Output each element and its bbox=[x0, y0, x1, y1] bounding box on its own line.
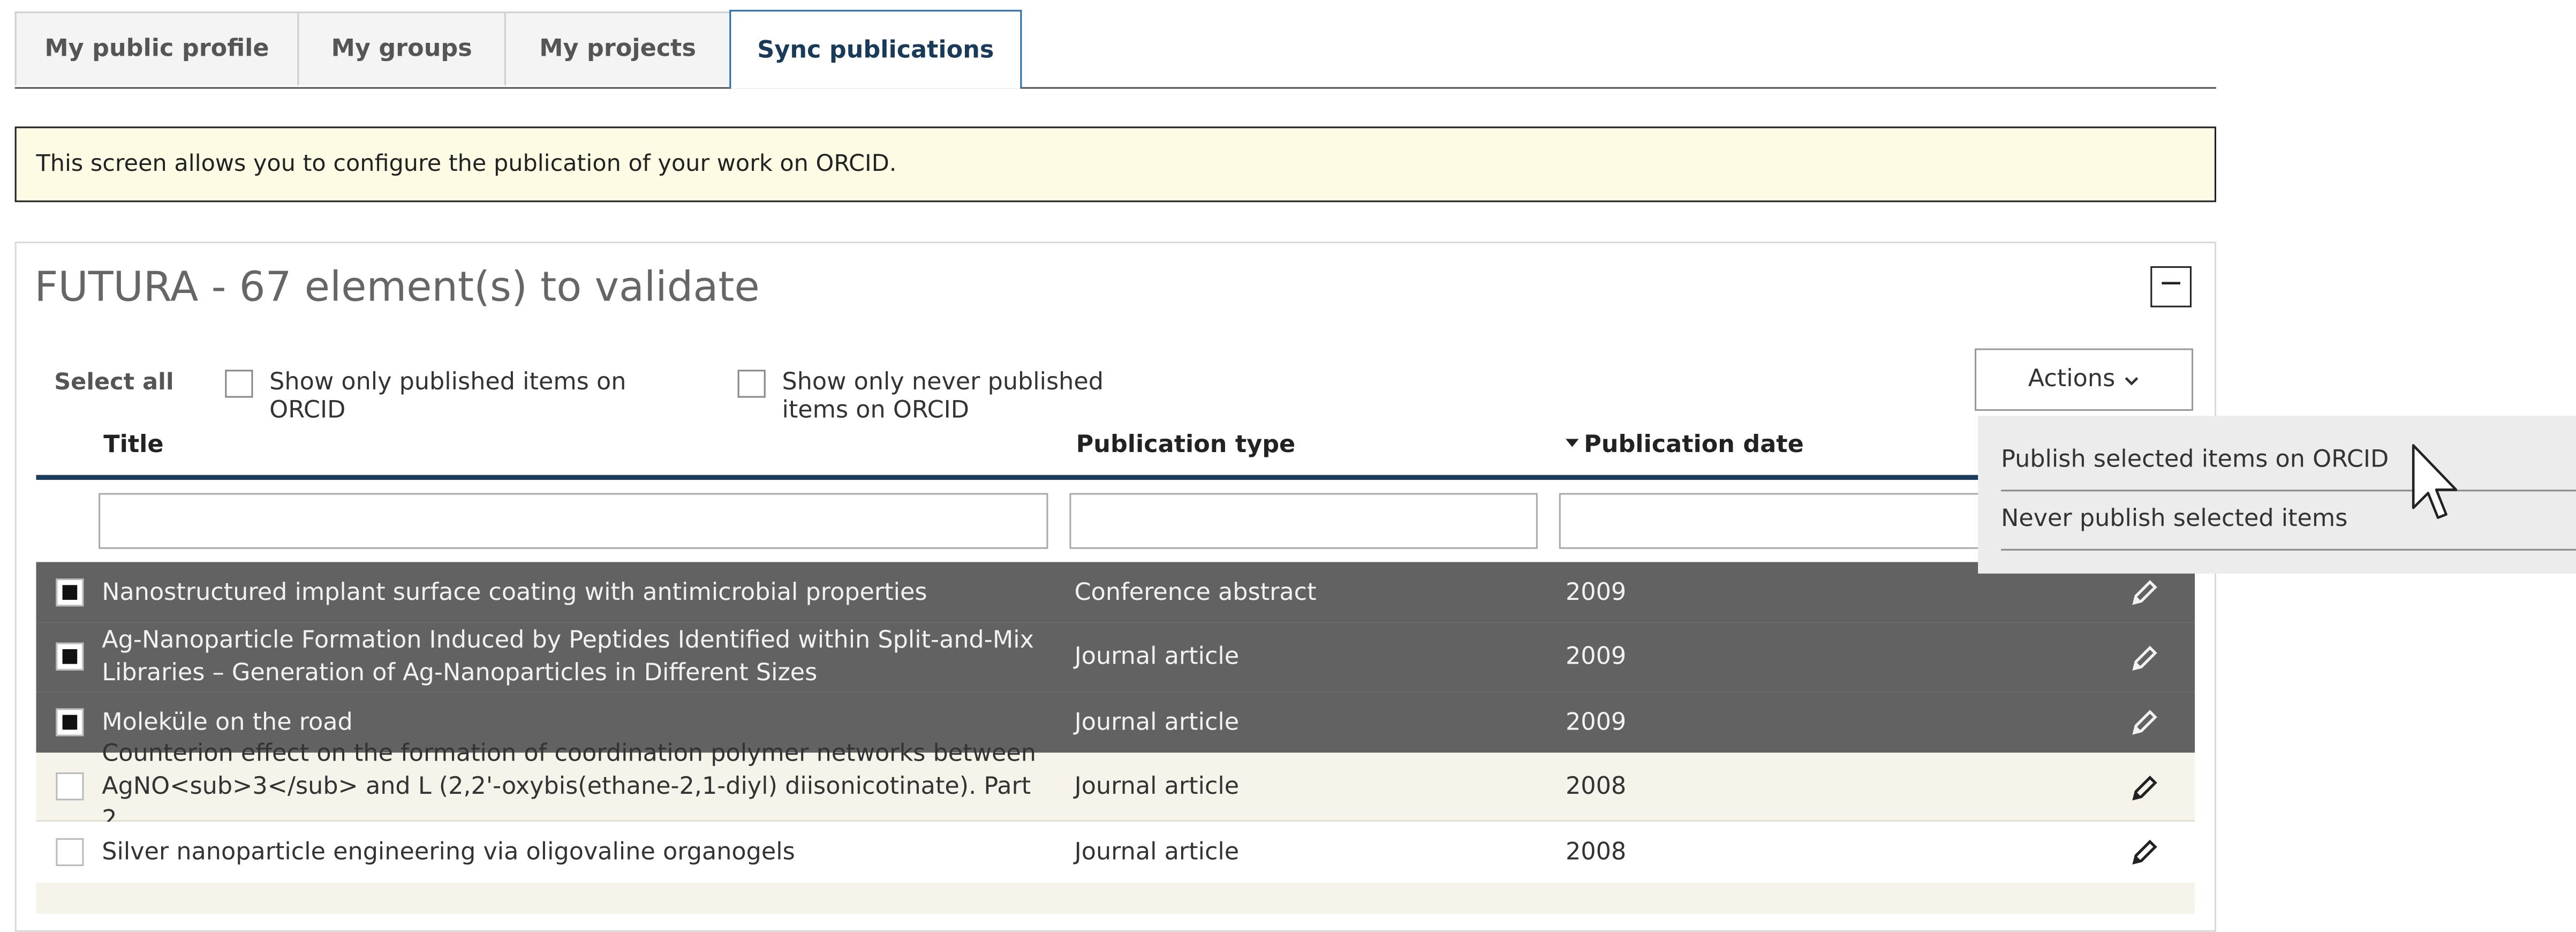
menu-item-never-publish-selected[interactable]: Never publish selected items bbox=[2001, 506, 2347, 532]
menu-divider bbox=[2001, 548, 2576, 551]
sort-desc-icon bbox=[1565, 437, 1584, 454]
table-row bbox=[36, 882, 2195, 914]
row-checkbox[interactable] bbox=[56, 578, 84, 607]
table-header-rule bbox=[36, 475, 2195, 480]
pencil-icon[interactable] bbox=[2119, 692, 2169, 753]
info-banner-text: This screen allows you to configure the … bbox=[36, 151, 897, 178]
table-row[interactable]: Nanostructured implant surface coating w… bbox=[36, 562, 2195, 623]
sync-publications-page: My public profile My groups My projects … bbox=[0, 0, 2576, 932]
row-type: Conference abstract bbox=[1074, 579, 1317, 606]
row-checkbox[interactable] bbox=[56, 642, 84, 671]
table-row[interactable]: Ag-Nanoparticle Formation Induced by Pep… bbox=[36, 622, 2195, 692]
row-title: Silver nanoparticle engineering via olig… bbox=[102, 839, 795, 866]
row-checkbox[interactable] bbox=[56, 708, 84, 736]
title-filter-input[interactable] bbox=[99, 493, 1048, 549]
column-header-title[interactable]: Title bbox=[103, 432, 163, 459]
actions-dropdown-menu: Publish selected items on ORCID Never pu… bbox=[1978, 416, 2576, 574]
row-type: Journal article bbox=[1074, 839, 1240, 866]
row-type: Journal article bbox=[1074, 709, 1240, 736]
table-row[interactable]: Counterion effect on the formation of co… bbox=[36, 741, 2195, 833]
chevron-down-icon bbox=[2125, 369, 2140, 390]
row-checkbox[interactable] bbox=[56, 838, 84, 866]
row-date: 2009 bbox=[1565, 644, 1627, 671]
column-header-publication-type[interactable]: Publication type bbox=[1076, 432, 1296, 459]
row-title: Ag-Nanoparticle Formation Induced by Pep… bbox=[102, 628, 1034, 687]
date-filter-input[interactable] bbox=[1559, 493, 1986, 549]
filter-never-published-label: Show only never published items on ORCID bbox=[782, 370, 1104, 424]
type-filter-input[interactable] bbox=[1069, 493, 1538, 549]
pencil-icon[interactable] bbox=[2119, 822, 2169, 883]
actions-button-label: Actions bbox=[2028, 366, 2116, 393]
row-title: Counterion effect on the formation of co… bbox=[102, 741, 1036, 833]
actions-button[interactable]: Actions bbox=[1974, 348, 2194, 411]
row-date: 2009 bbox=[1565, 579, 1627, 606]
filter-published-label: Show only published items on ORCID bbox=[269, 370, 626, 424]
table-row[interactable]: Silver nanoparticle engineering via olig… bbox=[36, 822, 2195, 883]
panel-title: FUTURA - 67 element(s) to validate bbox=[34, 262, 760, 311]
row-type: Journal article bbox=[1074, 644, 1240, 671]
row-date: 2009 bbox=[1565, 709, 1627, 736]
filter-published-checkbox[interactable] bbox=[225, 370, 253, 398]
pencil-icon[interactable] bbox=[2119, 753, 2169, 822]
row-checkbox[interactable] bbox=[56, 772, 84, 801]
pencil-icon[interactable] bbox=[2119, 623, 2169, 692]
menu-item-publish-selected[interactable]: Publish selected items on ORCID bbox=[2001, 447, 2389, 473]
select-all-link[interactable]: Select all bbox=[54, 370, 173, 396]
tab-bar: My public profile My groups My projects … bbox=[14, 10, 2217, 89]
tab-public-profile[interactable]: My public profile bbox=[14, 11, 299, 86]
info-banner: This screen allows you to configure the … bbox=[14, 126, 2217, 202]
row-type: Journal article bbox=[1074, 774, 1240, 801]
column-header-publication-date[interactable]: Publication date bbox=[1565, 432, 1804, 459]
collapse-button[interactable]: − bbox=[2150, 266, 2192, 307]
tab-projects[interactable]: My projects bbox=[504, 11, 731, 86]
menu-divider bbox=[2001, 490, 2576, 492]
filter-never-published-checkbox[interactable] bbox=[737, 370, 766, 398]
row-title: Nanostructured implant surface coating w… bbox=[102, 579, 927, 606]
row-date: 2008 bbox=[1565, 839, 1627, 866]
row-date: 2008 bbox=[1565, 774, 1627, 801]
tab-sync-publications[interactable]: Sync publications bbox=[729, 10, 1022, 89]
mouse-cursor-icon bbox=[2410, 442, 2459, 531]
column-header-publication-date-label: Publication date bbox=[1584, 432, 1804, 459]
tab-groups[interactable]: My groups bbox=[297, 11, 507, 86]
